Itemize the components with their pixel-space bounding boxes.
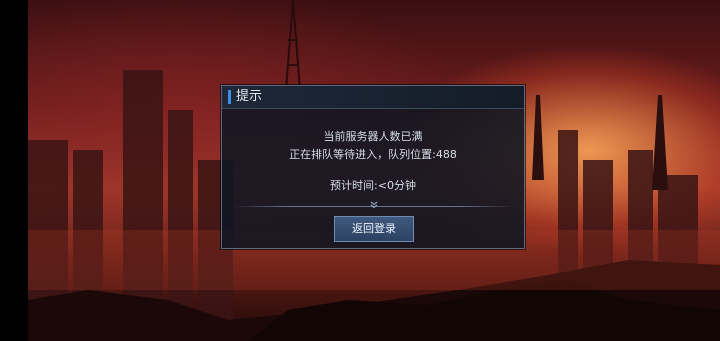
server-full-message: 当前服务器人数已满: [323, 130, 423, 143]
double-chevron-down-icon: [369, 200, 379, 210]
game-screen: 提示 当前服务器人数已满 正在排队等待进入，队列位置:488 预计时间:<0分钟…: [0, 0, 720, 341]
dialog-header: 提示: [222, 86, 524, 109]
dialog-title: 提示: [236, 89, 263, 104]
estimated-time-message: 预计时间:<0分钟: [330, 179, 416, 192]
return-to-login-button[interactable]: 返回登录: [334, 216, 414, 242]
left-letterbox: [0, 0, 28, 341]
title-accent-bar: [228, 90, 231, 104]
queue-position-message: 正在排队等待进入，队列位置:488: [289, 148, 457, 161]
queue-notice-dialog: 提示 当前服务器人数已满 正在排队等待进入，队列位置:488 预计时间:<0分钟…: [221, 85, 525, 249]
